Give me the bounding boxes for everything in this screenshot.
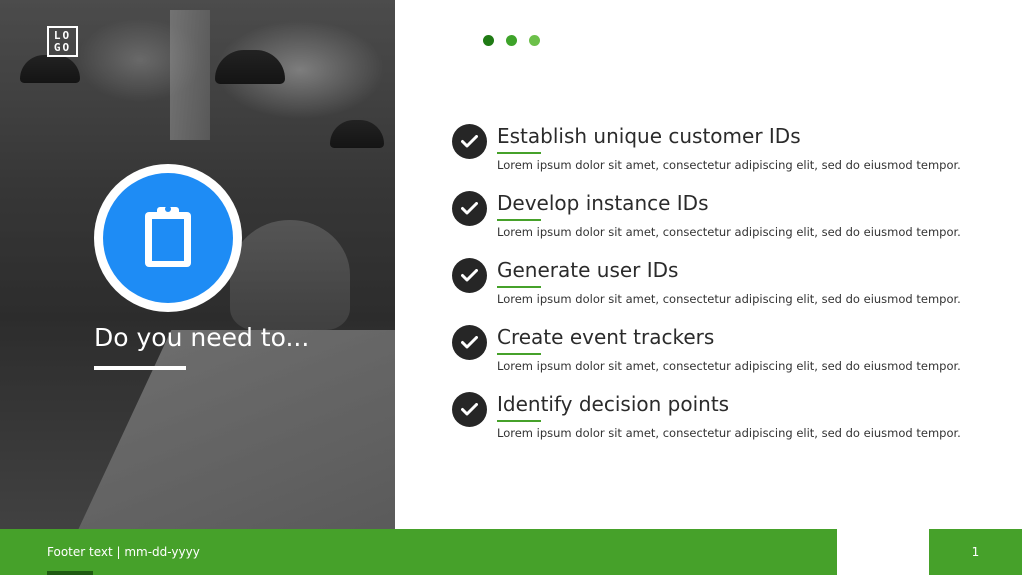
checklist-item: Create event trackers Lorem ipsum dolor … (452, 323, 992, 390)
checklist-item-title: Identify decision points (497, 392, 730, 416)
progress-dot (483, 35, 494, 46)
checklist-item-description: Lorem ipsum dolor sit amet, consectetur … (497, 225, 961, 239)
check-icon (452, 325, 487, 360)
checklist-item-description: Lorem ipsum dolor sit amet, consectetur … (497, 426, 961, 440)
logo: LO GO (47, 26, 78, 57)
heading-underline (94, 366, 186, 370)
check-icon (452, 191, 487, 226)
clipboard-badge (94, 164, 242, 312)
section-heading: Do you need to... (94, 323, 310, 352)
progress-dots (483, 35, 540, 46)
check-icon (452, 258, 487, 293)
checklist-item: Generate user IDs Lorem ipsum dolor sit … (452, 256, 992, 323)
checklist-item-underline (497, 219, 541, 221)
footer-text: Footer text | mm-dd-yyyy (47, 545, 200, 559)
check-icon (452, 392, 487, 427)
checklist-item-underline (497, 152, 541, 154)
footer-bar: Footer text | mm-dd-yyyy (0, 529, 837, 575)
checklist-item-underline (497, 286, 541, 288)
clipboard-icon (141, 203, 195, 273)
progress-dot (529, 35, 540, 46)
checklist-item-underline (497, 420, 541, 422)
checklist-item-title: Create event trackers (497, 325, 715, 349)
checklist-item: Develop instance IDs Lorem ipsum dolor s… (452, 189, 992, 256)
checklist-item-title: Establish unique customer IDs (497, 124, 801, 148)
checklist-item: Establish unique customer IDs Lorem ipsu… (452, 122, 992, 189)
checklist-item: Identify decision points Lorem ipsum dol… (452, 390, 992, 457)
checklist-item-description: Lorem ipsum dolor sit amet, consectetur … (497, 292, 961, 306)
check-icon (452, 124, 487, 159)
checklist-item-description: Lorem ipsum dolor sit amet, consectetur … (497, 158, 961, 172)
page-number: 1 (929, 529, 1022, 575)
progress-dot (506, 35, 517, 46)
checklist-item-description: Lorem ipsum dolor sit amet, consectetur … (497, 359, 961, 373)
checklist-item-title: Develop instance IDs (497, 191, 709, 215)
checklist: Establish unique customer IDs Lorem ipsu… (452, 122, 992, 457)
checklist-item-title: Generate user IDs (497, 258, 679, 282)
hero-photo-panel: LO GO Do you need to... (0, 0, 395, 529)
footer-accent (47, 571, 93, 575)
clipboard-badge-circle (103, 173, 233, 303)
checklist-item-underline (497, 353, 541, 355)
